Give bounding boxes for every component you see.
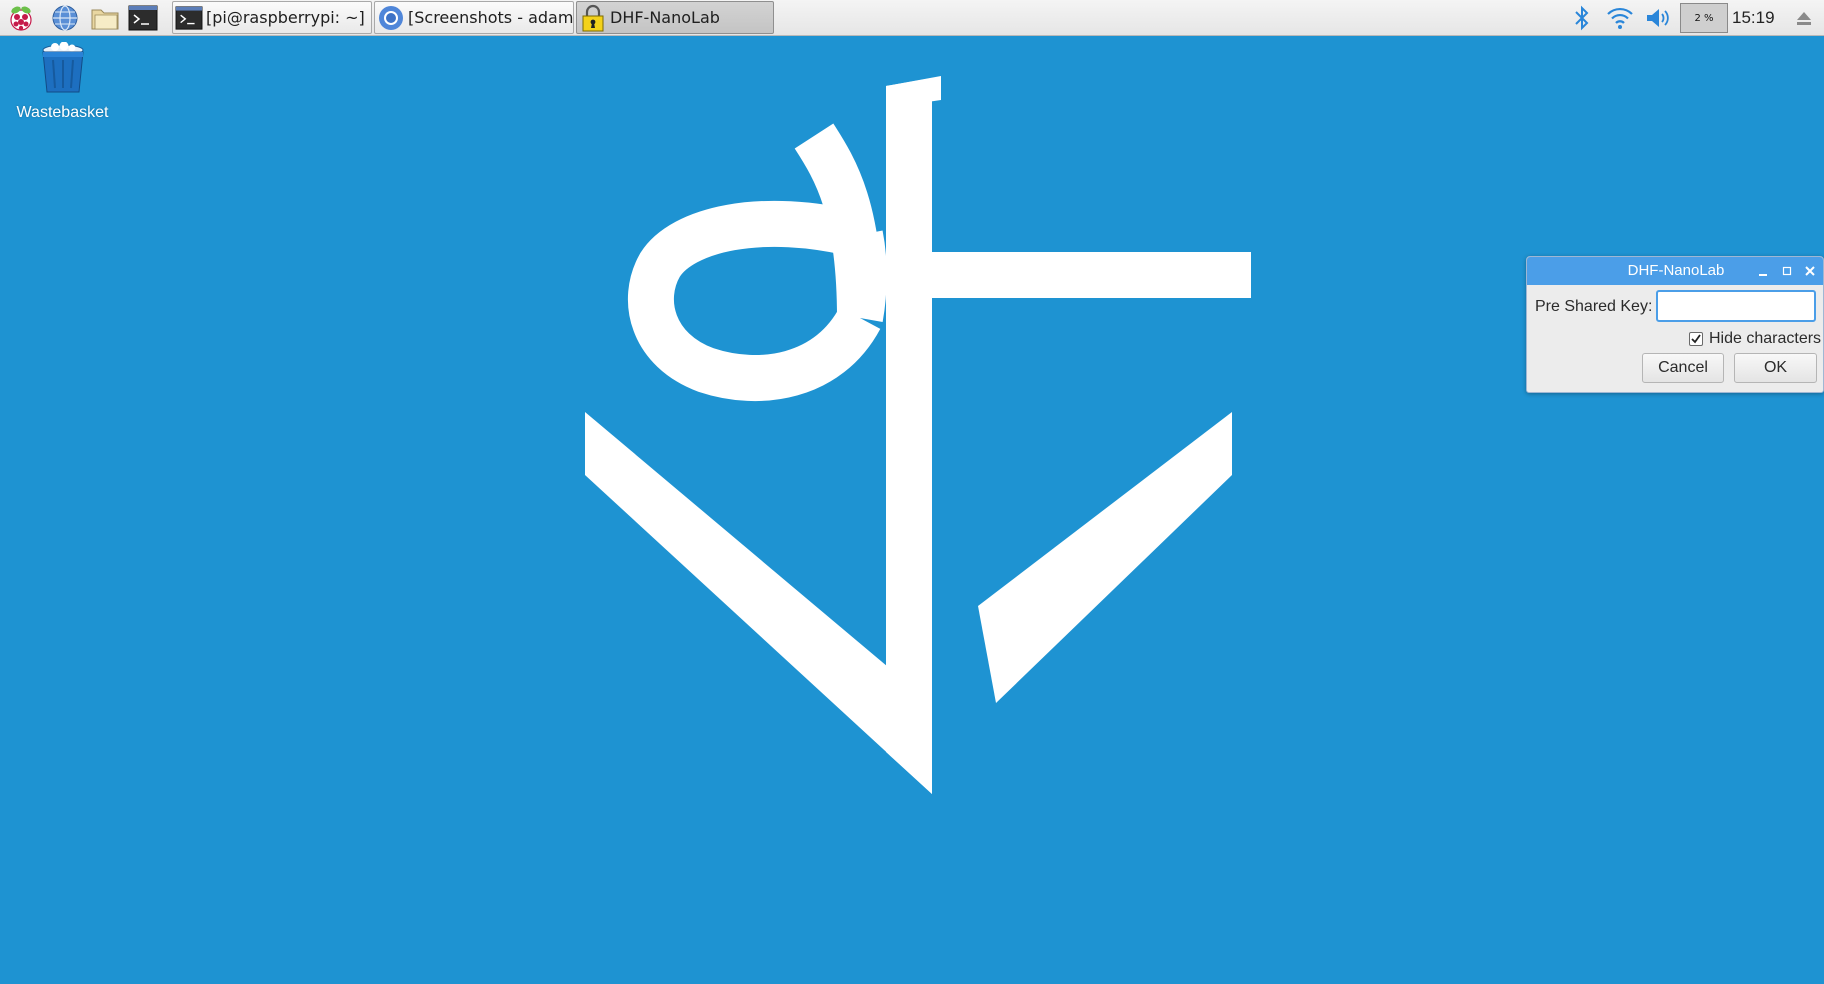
task-label: [pi@raspberrypi: ~] <box>206 8 365 27</box>
wastebasket-label: Wastebasket <box>16 104 109 121</box>
psk-input[interactable] <box>1656 290 1816 322</box>
task-label: DHF-NanoLab <box>610 8 720 27</box>
raspberry-menu-icon <box>10 6 32 31</box>
minimize-icon <box>1759 274 1767 276</box>
terminal-icon <box>174 3 204 33</box>
checkmark-icon <box>1691 334 1701 344</box>
psk-label: Pre Shared Key: <box>1535 298 1653 315</box>
eject-icon <box>1797 12 1811 25</box>
hide-characters-label: Hide characters <box>1709 330 1822 347</box>
terminal-launcher[interactable] <box>128 3 158 33</box>
cpu-usage-text: 2 % <box>1694 12 1714 24</box>
chromium-icon <box>376 3 406 33</box>
raspberry-menu-button[interactable] <box>6 3 36 33</box>
web-browser-launcher[interactable] <box>50 3 80 33</box>
close-icon <box>1805 266 1815 276</box>
bluetooth-button[interactable] <box>1570 3 1594 33</box>
lock-icon <box>578 3 608 33</box>
wastebasket-desktop-icon[interactable]: Wastebasket <box>10 41 115 122</box>
taskbar: [pi@raspberrypi: ~] [Screenshots - adam.… <box>0 0 1824 36</box>
task-terminal[interactable]: [pi@raspberrypi: ~] <box>172 1 372 34</box>
terminal-icon <box>128 5 158 31</box>
file-manager-icon <box>91 9 119 30</box>
task-label: [Screenshots - adam... <box>408 8 573 27</box>
wifi-button[interactable] <box>1605 3 1635 33</box>
desktop: [pi@raspberrypi: ~] [Screenshots - adam.… <box>0 0 1824 984</box>
dhf-logo-icon <box>585 76 1251 794</box>
bluetooth-icon <box>1575 5 1589 31</box>
hide-characters-checkbox[interactable]: Hide characters <box>1689 327 1821 351</box>
file-manager-launcher[interactable] <box>90 3 120 33</box>
eject-button[interactable] <box>1790 3 1818 33</box>
maximize-button[interactable] <box>1777 261 1797 281</box>
checkbox-box[interactable] <box>1689 332 1703 346</box>
psk-dialog: DHF-NanoLab Pre Shared Key: Hide charact… <box>1526 256 1824 393</box>
volume-icon <box>1647 9 1669 27</box>
clock[interactable]: 15:19 <box>1732 0 1775 36</box>
wifi-icon <box>1607 7 1633 29</box>
task-dhf-nanolab[interactable]: DHF-NanoLab <box>576 1 774 34</box>
minimize-button[interactable] <box>1753 261 1773 281</box>
cancel-button[interactable]: Cancel <box>1642 353 1724 383</box>
volume-button[interactable] <box>1643 3 1673 33</box>
close-button[interactable] <box>1800 261 1820 281</box>
cpu-monitor[interactable]: 2 % <box>1680 3 1728 33</box>
maximize-icon <box>1782 266 1792 276</box>
task-chromium[interactable]: [Screenshots - adam... <box>374 1 574 34</box>
ok-button[interactable]: OK <box>1734 353 1817 383</box>
web-browser-icon <box>52 5 78 31</box>
wastebasket-icon <box>41 41 84 93</box>
